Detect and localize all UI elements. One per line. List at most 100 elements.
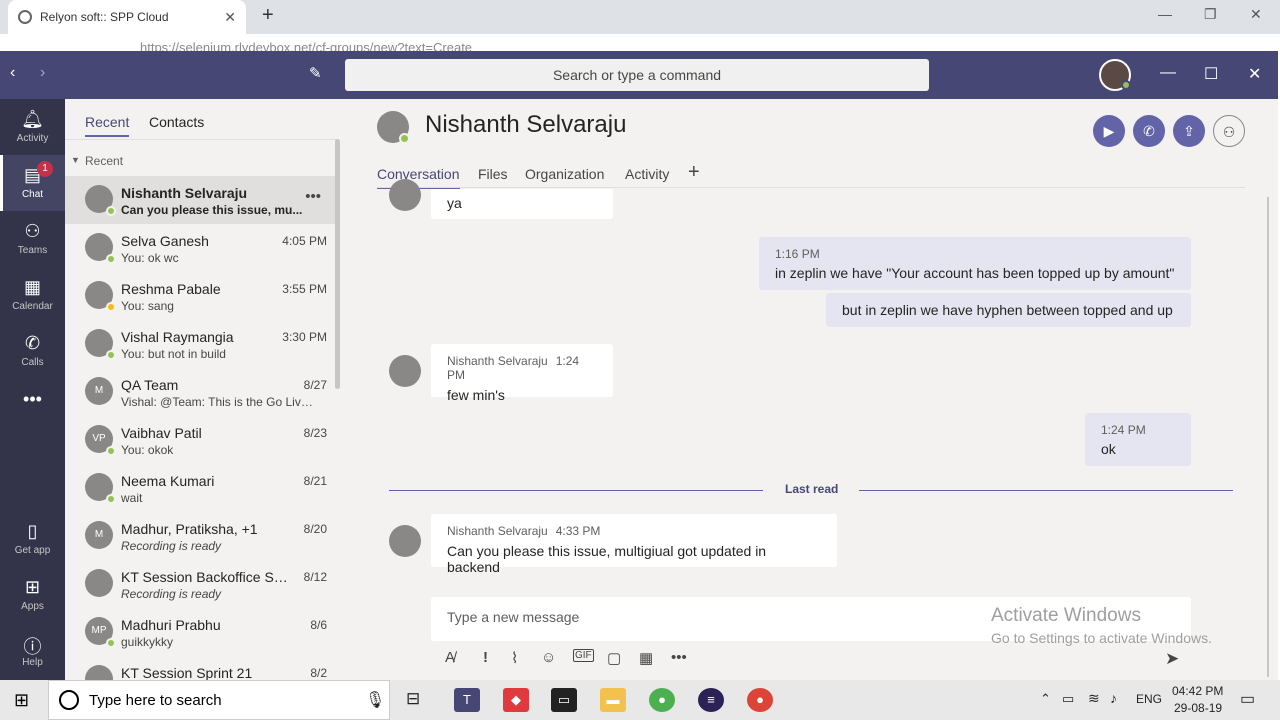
tray-chevron-icon[interactable]: ⌃ <box>1040 691 1051 707</box>
chat-name: Nishanth Selvaraju <box>121 185 248 201</box>
contact-status-dot <box>399 133 410 144</box>
maximize-icon[interactable]: ☐ <box>1204 64 1218 84</box>
back-arrow-icon[interactable]: ‹ <box>10 64 15 82</box>
file-explorer-icon[interactable]: ▬ <box>600 688 626 712</box>
taskbar-search[interactable]: Type here to search 🎙︎ <box>48 680 390 720</box>
chat-list-item[interactable]: M Madhur, Pratiksha, +1 Recording is ready… <box>65 512 337 560</box>
wifi-icon[interactable]: ≋ <box>1088 690 1100 707</box>
close-icon[interactable]: ✕ <box>1248 64 1261 84</box>
chat-list-item[interactable]: VP Vaibhav Patil You: okok 8/23 <box>65 416 337 464</box>
tab-files[interactable]: Files <box>478 166 508 182</box>
section-chevron-icon[interactable]: ▼ <box>71 155 80 165</box>
clock-date[interactable]: 29-08-19 <box>1174 701 1222 715</box>
rail-activity[interactable]: 🔔︎ Activity <box>0 99 65 155</box>
app-taskbar-icon[interactable]: ◆ <box>503 688 529 712</box>
rail-calendar[interactable]: ▦ Calendar <box>0 267 65 323</box>
video-call-button[interactable]: ▶ <box>1093 115 1125 147</box>
browser-tab[interactable]: Relyon soft:: SPP Cloud ✕ <box>8 0 246 34</box>
chrome-taskbar-icon-2[interactable]: ● <box>747 688 773 712</box>
chat-list-pane: Recent Contacts ▼ Recent Nishanth Selvar… <box>65 99 345 680</box>
emoji-icon[interactable]: ☺ <box>541 649 556 666</box>
tab-organization[interactable]: Organization <box>525 166 604 182</box>
tab-activity[interactable]: Activity <box>625 166 669 182</box>
more-options-icon[interactable]: ••• <box>671 649 687 666</box>
new-chat-icon[interactable]: ✎ <box>309 64 322 82</box>
format-icon[interactable]: A̸ <box>445 649 455 666</box>
message-bubble[interactable]: Nishanth Selvaraju 1:24 PM few min's <box>431 344 613 403</box>
avatar <box>85 569 113 597</box>
rail-get-app[interactable]: ▯ Get app <box>0 511 65 567</box>
message-header: Nishanth Selvaraju 1:24 PM <box>447 344 597 382</box>
avatar: M <box>85 377 113 405</box>
rail-chat[interactable]: ▤ Chat 1 <box>0 155 65 211</box>
rail-help[interactable]: ⓘ Help <box>0 623 65 679</box>
new-tab-icon[interactable]: + <box>262 4 274 27</box>
audio-call-button[interactable]: ✆ <box>1133 115 1165 147</box>
chat-list-item[interactable]: M QA Team Vishal: @Team: This is the Go Li… <box>65 368 337 416</box>
important-icon[interactable]: ! <box>483 649 488 666</box>
volume-icon[interactable]: ♪ <box>1110 690 1117 706</box>
close-tab-icon[interactable]: ✕ <box>224 9 236 26</box>
more-apps[interactable]: ••• <box>0 379 65 435</box>
main-scrollbar[interactable] <box>1267 197 1269 677</box>
microphone-icon[interactable]: 🎙︎ <box>365 690 385 710</box>
add-people-button[interactable]: ⚇ <box>1213 115 1245 147</box>
phone-icon: ✆ <box>24 333 41 353</box>
chat-list-item[interactable]: KT Session Backoffice Spri... Recording i… <box>65 560 337 608</box>
more-options-icon[interactable]: ••• <box>305 188 321 205</box>
notification-icon[interactable]: ▭ <box>1240 689 1255 709</box>
forward-arrow-icon[interactable]: › <box>40 64 45 82</box>
chat-name: KT Session Backoffice Spri... <box>121 569 293 585</box>
minimize-icon[interactable]: — <box>1160 64 1176 82</box>
minimize-window-icon[interactable]: — <box>1158 6 1172 22</box>
rail-teams[interactable]: ⚇ Teams <box>0 211 65 267</box>
terminal-taskbar-icon[interactable]: ▭ <box>551 688 577 712</box>
add-tab-icon[interactable]: + <box>688 161 700 184</box>
battery-icon[interactable]: ▭ <box>1062 691 1074 707</box>
screen-share-button[interactable]: ⇪ <box>1173 115 1205 147</box>
tab-contacts[interactable]: Contacts <box>149 114 204 130</box>
sender-name: Nishanth Selvaraju <box>447 354 548 368</box>
language-indicator[interactable]: ENG <box>1136 692 1162 706</box>
rail-label: Teams <box>17 245 48 256</box>
chat-list-item[interactable]: Selva Ganesh You: ok wc 4:05 PM <box>65 224 337 272</box>
message-bubble-own[interactable]: 1:24 PM ok <box>1085 413 1191 466</box>
teams-taskbar-icon[interactable]: T <box>454 688 480 712</box>
chat-list-item[interactable]: MP Madhuri Prabhu guikkykky 8/6 <box>65 608 337 656</box>
divider <box>65 139 337 140</box>
chat-list-item[interactable]: Reshma Pabale You: sang 3:55 PM <box>65 272 337 320</box>
message-bubble-own[interactable]: but in zeplin we have hyphen between top… <box>826 293 1191 327</box>
attach-icon[interactable]: ⌇ <box>511 649 518 667</box>
list-scrollbar[interactable] <box>335 139 340 389</box>
page-title: Nishanth Selvaraju <box>425 111 627 138</box>
rail-label: Calls <box>21 357 44 368</box>
rail-calls[interactable]: ✆ Calls <box>0 323 65 379</box>
close-window-icon[interactable]: ✕ <box>1250 6 1262 23</box>
chrome-taskbar-icon[interactable]: ● <box>649 688 675 712</box>
clock-time[interactable]: 04:42 PM <box>1172 684 1223 698</box>
chat-time: 8/27 <box>303 378 327 392</box>
eclipse-taskbar-icon[interactable]: ≡ <box>698 688 724 712</box>
rail-apps[interactable]: ⊞ Apps <box>0 567 65 623</box>
message-bubble[interactable]: Nishanth Selvaraju 4:33 PM Can you please… <box>431 514 837 575</box>
message-bubble-own[interactable]: 1:16 PM in zeplin we have "Your account … <box>759 237 1191 290</box>
windows-start-icon[interactable]: ⊞ <box>14 690 29 711</box>
presence-dot <box>106 638 116 648</box>
rail-label: Apps <box>21 601 44 612</box>
meeting-icon[interactable]: ▦ <box>639 649 653 667</box>
chat-list-item[interactable]: Nishanth Selvaraju Can you please this is… <box>65 176 337 224</box>
sticker-icon[interactable]: ▢ <box>607 649 621 667</box>
message-time: 4:33 PM <box>555 524 601 538</box>
gif-icon[interactable]: GIF <box>573 649 594 662</box>
message-bubble[interactable]: ya <box>431 189 613 219</box>
sender-avatar <box>389 355 421 387</box>
restore-window-icon[interactable]: ❐ <box>1204 6 1217 23</box>
chat-list-item[interactable]: Vishal Raymangia You: but not in build 3:3… <box>65 320 337 368</box>
chat-time: 8/6 <box>310 618 327 632</box>
chat-list-item[interactable]: KT Session Sprint 21 8/2 <box>65 656 337 680</box>
tab-recent[interactable]: Recent <box>85 114 130 137</box>
task-view-icon[interactable]: ⊟ <box>406 689 420 709</box>
send-icon[interactable]: ➤ <box>1165 649 1179 669</box>
chat-list-item[interactable]: Neema Kumari wait 8/21 <box>65 464 337 512</box>
command-search-bar[interactable]: Search or type a command <box>345 59 929 91</box>
